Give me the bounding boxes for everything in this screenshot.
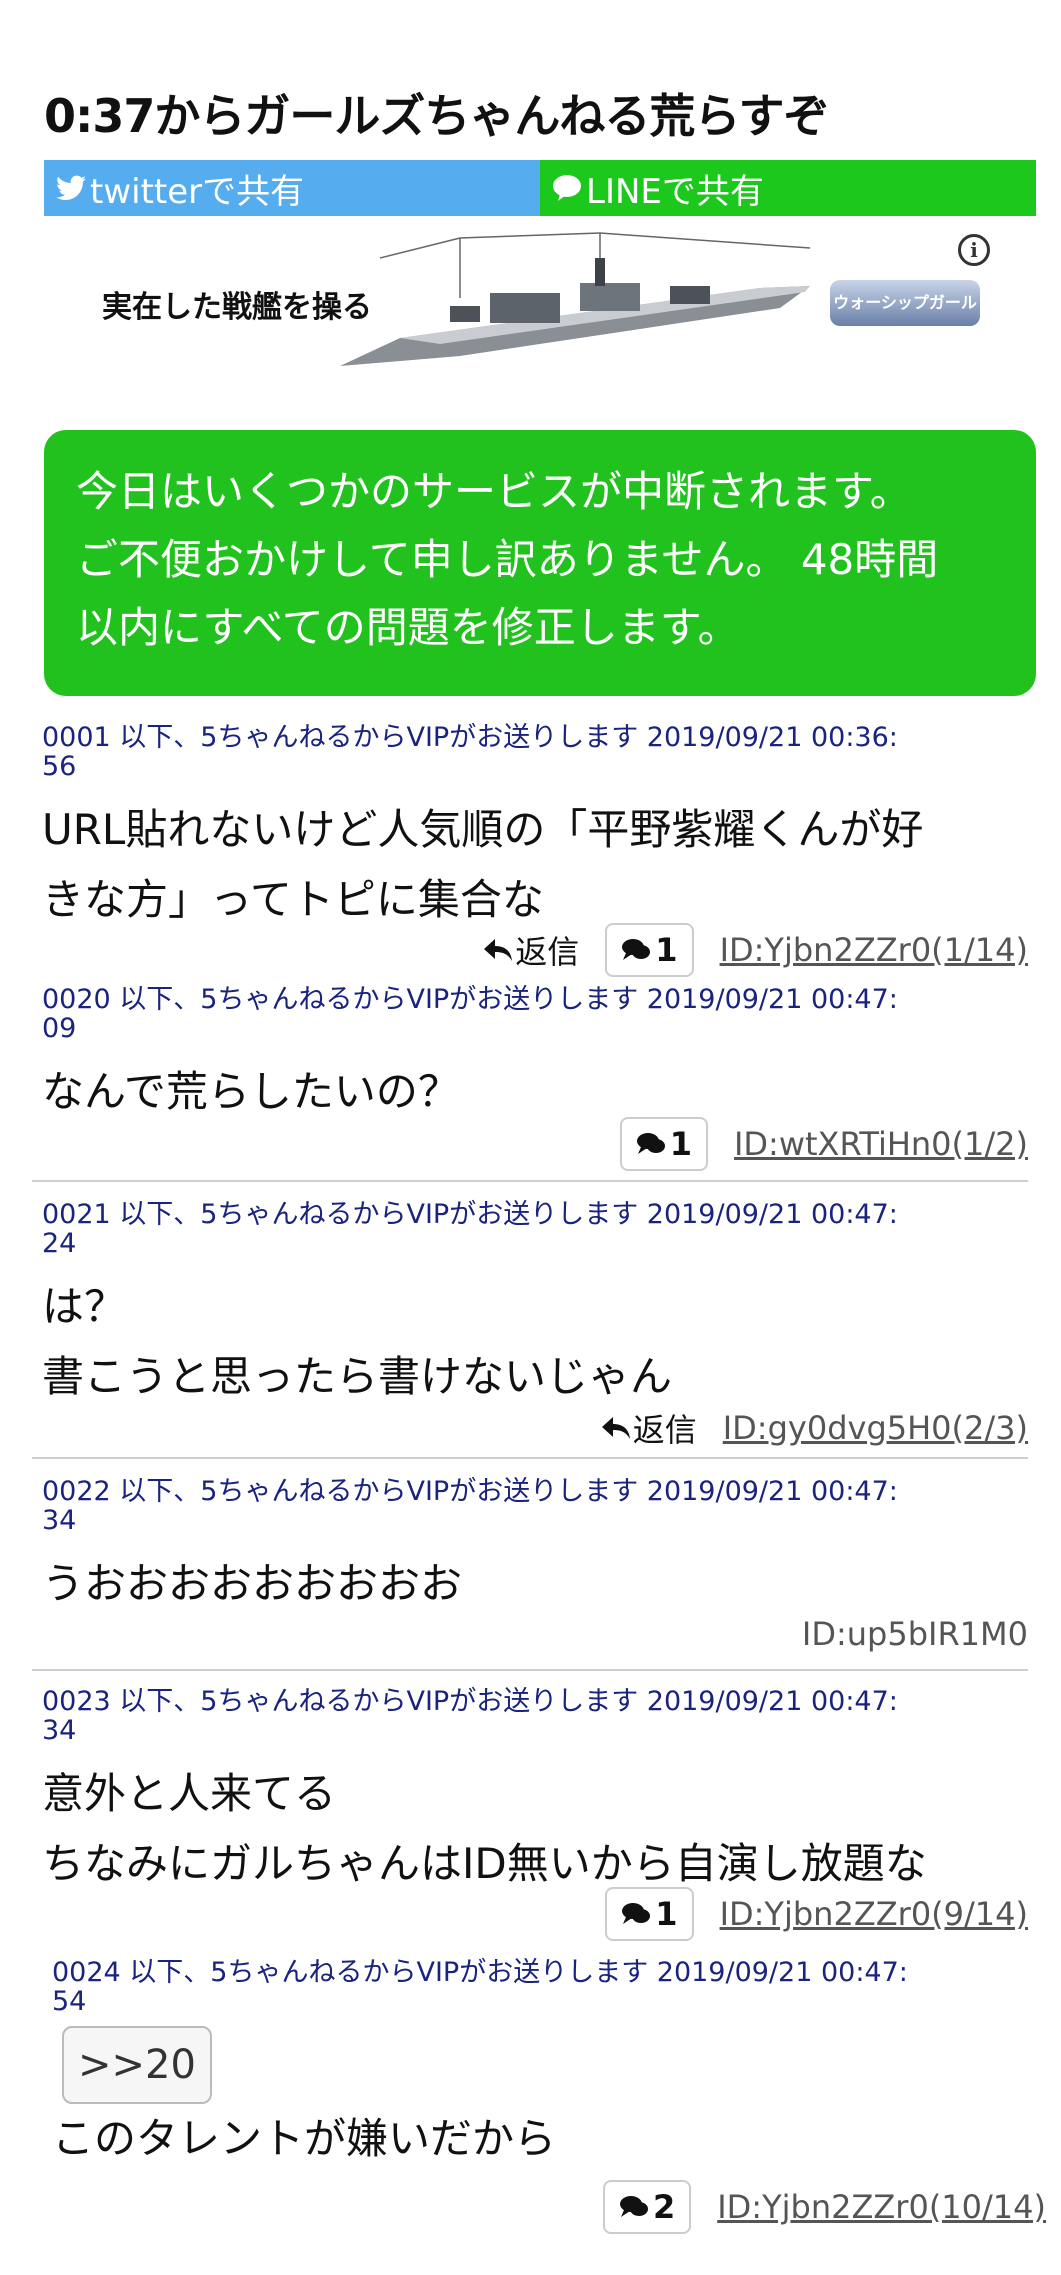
post-0021: 0021 以下、5ちゃんねるからVIPがお送りします 2019/09/21 00…: [32, 1200, 1028, 1459]
post-meta: 0020 以下、5ちゃんねるからVIPがお送りします 2019/09/21 00…: [32, 985, 1028, 1043]
post-body: このタレントが嫌いだから: [42, 2104, 1038, 2174]
post-meta: 0022 以下、5ちゃんねるからVIPがお送りします 2019/09/21 00…: [32, 1477, 1028, 1535]
chat-bubble-icon: [553, 175, 581, 201]
post-footer: 1 ID:Yjbn2ZZr0(9/14): [605, 1887, 1028, 1941]
post-meta-line: 0020 以下、5ちゃんねるからVIPがお送りします 2019/09/21 00…: [42, 984, 898, 1015]
post-meta-time: 09: [42, 1013, 77, 1044]
reply-count: 1: [655, 1895, 678, 1933]
twitter-share-button[interactable]: twitterで共有: [44, 160, 540, 216]
post-body: は？ 書こうと思ったら書けないじゃん: [32, 1272, 1028, 1412]
notice-line: 以内にすべての問題を修正します。: [76, 603, 740, 652]
poster-id: ID:up5bIR1M0: [801, 1615, 1028, 1653]
poster-id-link[interactable]: ID:Yjbn2ZZr0(10/14): [717, 2188, 1046, 2226]
post-meta-time: 54: [52, 1986, 87, 2017]
ad-info-icon[interactable]: i: [958, 234, 990, 266]
post-footer: 返信 ID:gy0dvg5H0(2/3): [601, 1405, 1028, 1451]
reply-arrow-icon: [484, 939, 513, 961]
post-meta-time: 34: [42, 1505, 77, 1536]
post-0023: 0023 以下、5ちゃんねるからVIPがお送りします 2019/09/21 00…: [32, 1687, 1028, 1941]
post-text: このタレントが嫌いだから: [52, 2114, 557, 2163]
reply-count-button[interactable]: 2: [602, 2180, 692, 2234]
twitter-bird-icon: [56, 175, 86, 200]
reply-label: 返信: [515, 933, 580, 971]
reply-count: 2: [652, 2188, 676, 2226]
post-meta-line: 0024 以下、5ちゃんねるからVIPがお送りします 2019/09/21 00…: [52, 1957, 908, 1988]
post-footer: ID:up5bIR1M0: [802, 1615, 1028, 1653]
post-meta-line: 0001 以下、5ちゃんねるからVIPがお送りします 2019/09/21 00…: [42, 722, 898, 753]
reply-button[interactable]: 返信: [483, 927, 579, 973]
post-0020: 0020 以下、5ちゃんねるからVIPがお送りします 2019/09/21 00…: [32, 985, 1028, 1182]
notice-line: 今日はいくつかのサービスが中断されます。: [76, 467, 912, 516]
post-text: うおおおおおおおおお: [42, 1559, 463, 1608]
game-logo: ウォーシップガール: [830, 280, 980, 326]
post-text: 書こうと思ったら書けないじゃん: [42, 1352, 673, 1401]
post-meta-time: 24: [42, 1228, 77, 1259]
post-meta-time: 56: [42, 751, 77, 782]
post-meta: 0024 以下、5ちゃんねるからVIPがお送りします 2019/09/21 00…: [42, 1958, 1038, 2016]
post-0022: 0022 以下、5ちゃんねるからVIPがお送りします 2019/09/21 00…: [32, 1477, 1028, 1671]
reply-button[interactable]: 返信: [601, 1405, 697, 1451]
poster-id-link[interactable]: ID:wtXRTiHn0(1/2): [734, 1125, 1028, 1163]
post-meta: 0023 以下、5ちゃんねるからVIPがお送りします 2019/09/21 00…: [32, 1687, 1028, 1745]
poster-id-link[interactable]: ID:gy0dvg5H0(2/3): [723, 1409, 1028, 1447]
poster-id-link[interactable]: ID:Yjbn2ZZr0(9/14): [720, 1895, 1028, 1933]
notice-line: ご不便おかけして申し訳ありません。 48時間: [76, 535, 939, 584]
post-footer: 1 ID:wtXRTiHn0(1/2): [619, 1117, 1028, 1171]
comments-icon: [622, 939, 651, 960]
post-0001: 0001 以下、5ちゃんねるからVIPがお送りします 2019/09/21 00…: [32, 723, 1028, 977]
post-footer: 2 ID:Yjbn2ZZr0(10/14): [602, 2180, 1046, 2234]
ad-text: 実在した戦艦を操る: [102, 290, 372, 325]
line-share-label: LINEで共有: [586, 171, 764, 212]
post-body: うおおおおおおおおお: [32, 1549, 1028, 1619]
comments-icon: [622, 1903, 651, 1924]
reply-count-button[interactable]: 1: [605, 923, 694, 977]
comments-icon: [619, 2196, 648, 2217]
post-footer: 返信 1 ID:Yjbn2ZZr0(1/14): [483, 923, 1028, 977]
reply-arrow-icon: [601, 1417, 630, 1439]
ad-banner[interactable]: 実在した戦艦を操る ウォーシップガール i: [90, 220, 990, 370]
service-notice: 今日はいくつかのサービスが中断されます。 ご不便おかけして申し訳ありません。 4…: [44, 430, 1036, 696]
post-meta: 0021 以下、5ちゃんねるからVIPがお送りします 2019/09/21 00…: [32, 1200, 1028, 1258]
thread-title: 0:37からガールズちゃんねる荒らすぞ: [44, 89, 829, 143]
comments-icon: [636, 1133, 665, 1154]
post-text: は？: [42, 1282, 127, 1331]
post-meta-line: 0022 以下、5ちゃんねるからVIPがお送りします 2019/09/21 00…: [42, 1476, 898, 1507]
post-text: URL貼れないけど人気順の「平野紫耀くんが好: [42, 805, 924, 854]
battleship-image: [340, 232, 811, 366]
poster-id-link[interactable]: ID:Yjbn2ZZr0(1/14): [720, 931, 1028, 969]
post-body: URL貼れないけど人気順の「平野紫耀くんが好 きな方」ってトピに集合な: [32, 795, 1028, 935]
post-meta-line: 0023 以下、5ちゃんねるからVIPがお送りします 2019/09/21 00…: [42, 1686, 898, 1717]
post-meta-time: 34: [42, 1715, 77, 1746]
twitter-share-label: twitterで共有: [90, 171, 305, 212]
anchor-link-button[interactable]: >>20: [62, 2026, 212, 2104]
line-share-button[interactable]: LINEで共有: [540, 160, 1036, 216]
post-meta-line: 0021 以下、5ちゃんねるからVIPがお送りします 2019/09/21 00…: [42, 1199, 898, 1230]
reply-count-button[interactable]: 1: [619, 1117, 708, 1171]
reply-count: 1: [655, 931, 678, 969]
post-text: 意外と人来てる: [42, 1769, 337, 1818]
post-body: 意外と人来てる ちなみにガルちゃんはID無いから自演し放題な: [32, 1759, 1028, 1899]
reply-count: 1: [669, 1125, 692, 1163]
post-0024: 0024 以下、5ちゃんねるからVIPがお送りします 2019/09/21 00…: [42, 1958, 1046, 2258]
reply-count-button[interactable]: 1: [605, 1887, 694, 1941]
post-meta: 0001 以下、5ちゃんねるからVIPがお送りします 2019/09/21 00…: [32, 723, 1028, 781]
reply-label: 返信: [632, 1411, 697, 1449]
